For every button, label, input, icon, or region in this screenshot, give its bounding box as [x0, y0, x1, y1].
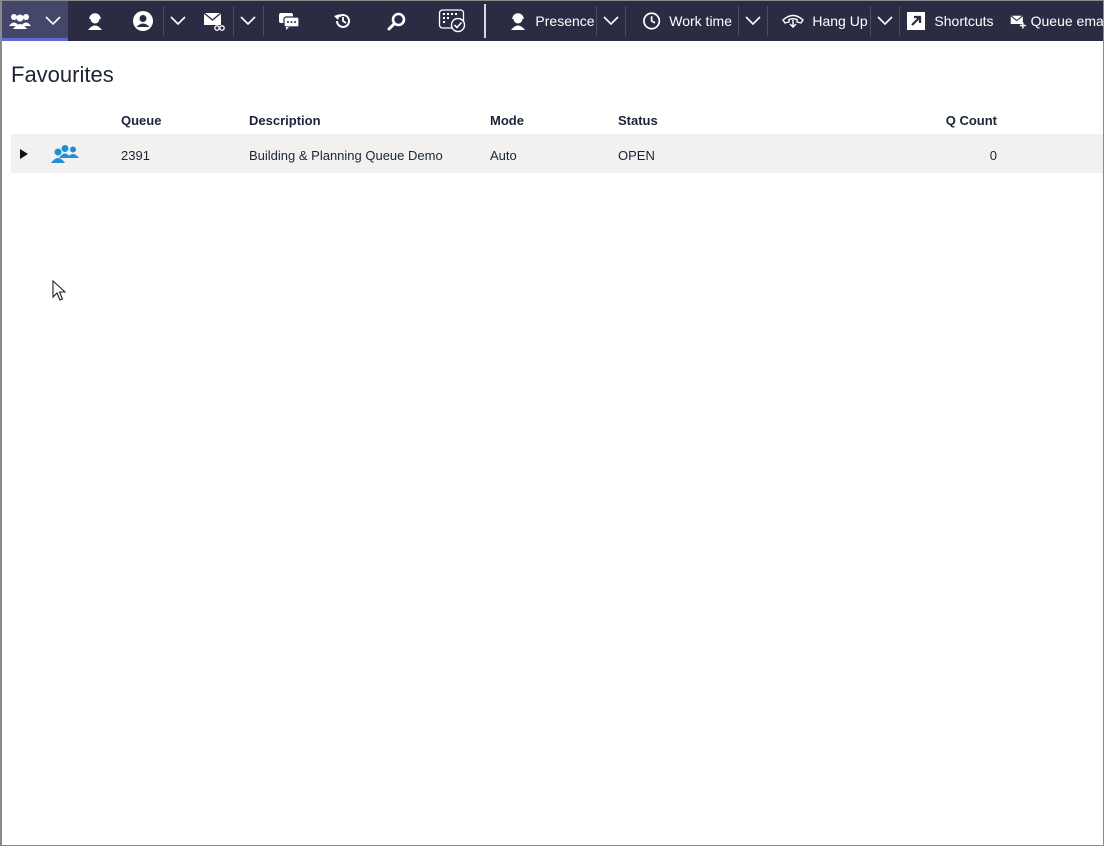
chat-icon — [279, 13, 300, 30]
email-add-icon — [1010, 15, 1026, 29]
work-time-label: Work time — [669, 13, 732, 29]
dialpad-check-icon — [438, 9, 466, 33]
separator — [484, 4, 486, 38]
shortcut-arrow-icon — [907, 12, 926, 30]
search-button[interactable] — [382, 1, 412, 41]
cell-description: Building & Planning Queue Demo — [249, 148, 443, 163]
chevron-down-icon — [603, 16, 619, 26]
queue-group-icon — [51, 145, 79, 163]
hang-up-label: Hang Up — [812, 13, 868, 29]
cell-mode: Auto — [490, 148, 517, 163]
column-header-status[interactable]: Status — [618, 113, 658, 128]
contacts-dropdown[interactable] — [164, 1, 192, 41]
mouse-cursor-icon — [52, 280, 66, 301]
column-header-mode[interactable]: Mode — [490, 113, 524, 128]
separator — [767, 6, 768, 36]
separator — [625, 6, 626, 36]
chevron-down-icon — [170, 16, 186, 26]
history-button[interactable] — [328, 1, 358, 41]
agent-button[interactable] — [80, 1, 110, 41]
expand-arrow-icon[interactable] — [20, 149, 28, 159]
voicemail-dropdown[interactable] — [234, 1, 262, 41]
hang-up-button[interactable]: Hang Up — [782, 1, 868, 41]
shortcuts-button[interactable]: Shortcuts — [906, 1, 994, 41]
work-time-button[interactable]: Work time — [642, 1, 732, 41]
separator — [899, 6, 900, 36]
dialpad-button[interactable] — [434, 1, 472, 41]
user-circle-icon — [133, 11, 153, 31]
presence-label: Presence — [535, 13, 595, 29]
hang-up-dropdown[interactable] — [871, 1, 899, 41]
queue-email-label: Queue email — [1030, 13, 1103, 29]
work-time-dropdown[interactable] — [739, 1, 767, 41]
agent-icon — [511, 13, 526, 30]
chevron-down-icon — [877, 16, 893, 26]
chevron-down-icon — [45, 16, 61, 26]
search-icon — [387, 12, 406, 31]
history-icon — [334, 13, 350, 28]
column-header-q-count[interactable]: Q Count — [897, 113, 997, 128]
toolbar: Presence Work time Hang Up Shortcuts Que… — [2, 1, 1103, 41]
voicemail-button[interactable] — [198, 1, 230, 41]
chevron-down-icon — [745, 16, 761, 26]
column-header-queue[interactable]: Queue — [121, 113, 161, 128]
cell-queue: 2391 — [121, 148, 150, 163]
queues-dropdown[interactable] — [38, 1, 68, 41]
page-title: Favourites — [11, 62, 114, 87]
group-icon — [9, 14, 31, 29]
separator — [263, 6, 264, 36]
presence-dropdown[interactable] — [597, 1, 625, 41]
presence-button[interactable]: Presence — [508, 1, 596, 41]
clock-icon — [643, 12, 661, 30]
voicemail-email-icon — [203, 12, 225, 31]
cell-q-count: 0 — [989, 148, 997, 163]
cell-status: OPEN — [618, 148, 655, 163]
contacts-button[interactable] — [126, 1, 160, 41]
chevron-down-icon — [240, 16, 256, 26]
queues-button[interactable] — [2, 1, 38, 41]
column-header-description[interactable]: Description — [249, 113, 321, 128]
queue-email-button[interactable]: Queue email — [1010, 1, 1103, 41]
shortcuts-label: Shortcuts — [934, 13, 994, 29]
hang-up-icon — [782, 14, 805, 28]
chat-button[interactable] — [274, 1, 304, 41]
agent-icon — [88, 13, 102, 30]
